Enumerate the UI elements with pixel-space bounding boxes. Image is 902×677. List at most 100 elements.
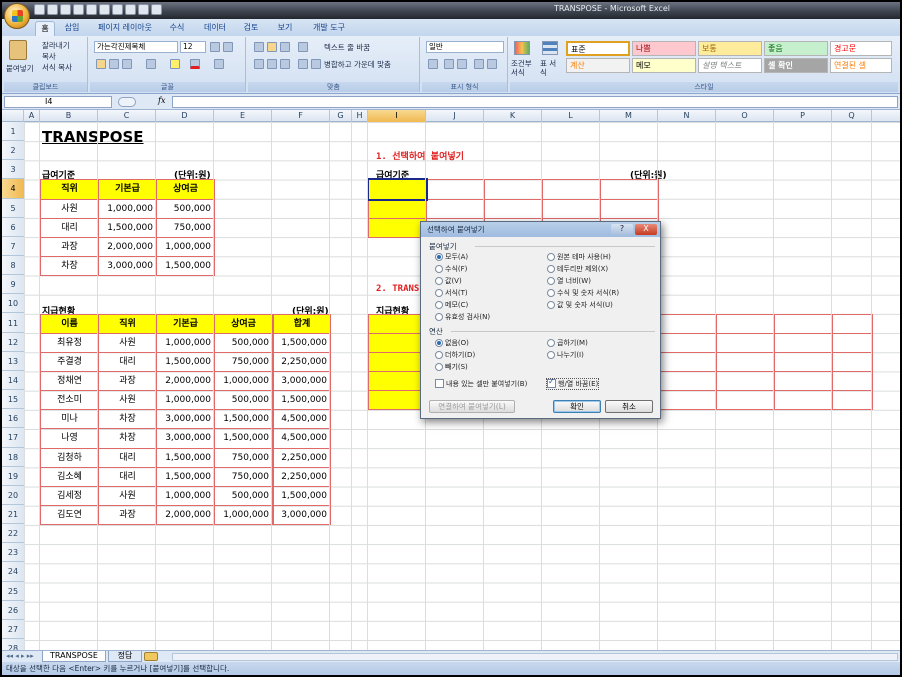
align-left-icon[interactable] bbox=[254, 59, 264, 69]
row-header-24[interactable]: 24 bbox=[2, 562, 24, 582]
target-cell[interactable] bbox=[600, 198, 659, 219]
target-cell[interactable] bbox=[716, 313, 775, 334]
insert-sheet-icon[interactable] bbox=[144, 652, 158, 661]
table-cell[interactable]: 500,000 bbox=[156, 198, 215, 219]
table-cell[interactable]: 차장 bbox=[40, 256, 99, 277]
comma-icon[interactable] bbox=[457, 59, 467, 69]
style-explanatory[interactable]: 설명 텍스트 bbox=[698, 58, 762, 73]
table-cell[interactable]: 미나 bbox=[40, 409, 99, 430]
name-box[interactable]: I4 bbox=[4, 96, 112, 108]
row-header-12[interactable]: 12 bbox=[2, 333, 24, 352]
row-header-9[interactable]: 9 bbox=[2, 275, 24, 295]
table-cell[interactable]: 1,500,000 bbox=[272, 390, 331, 411]
column-header-e[interactable]: E bbox=[214, 110, 272, 122]
target-cell[interactable] bbox=[658, 313, 717, 334]
tab-home[interactable]: 홈 bbox=[35, 21, 55, 36]
row-header-19[interactable]: 19 bbox=[2, 467, 24, 486]
table-header-cell[interactable]: 직위 bbox=[40, 179, 99, 200]
table-cell[interactable]: 4,500,000 bbox=[272, 428, 331, 449]
target-cell[interactable] bbox=[716, 351, 775, 372]
shrink-font-icon[interactable] bbox=[223, 42, 233, 52]
table-cell[interactable]: 1,000,000 bbox=[156, 485, 215, 506]
table-cell[interactable]: 1,000,000 bbox=[156, 390, 215, 411]
redo-icon[interactable] bbox=[99, 4, 110, 15]
align-right-icon[interactable] bbox=[280, 59, 290, 69]
column-header-f[interactable]: F bbox=[272, 110, 330, 122]
increase-decimal-icon[interactable] bbox=[474, 59, 484, 69]
target-cell[interactable] bbox=[658, 370, 717, 392]
table-header-cell[interactable]: 합계 bbox=[272, 313, 331, 334]
number-format-select[interactable]: 일반 bbox=[426, 41, 504, 53]
column-header-o[interactable]: O bbox=[716, 110, 774, 122]
table-cell[interactable]: 1,000,000 bbox=[214, 370, 273, 392]
table-cell[interactable]: 1,000,000 bbox=[214, 505, 273, 526]
skip-blanks-checkbox[interactable]: 내용 있는 셀만 붙여넣기(B) bbox=[435, 379, 527, 389]
table-cell[interactable]: 대리 bbox=[98, 351, 157, 372]
table-cell[interactable]: 1,500,000 bbox=[214, 428, 273, 449]
column-header-d[interactable]: D bbox=[156, 110, 214, 122]
column-header-k[interactable]: K bbox=[484, 110, 542, 122]
table-cell[interactable]: 1,500,000 bbox=[272, 332, 331, 353]
paste-col-width-option[interactable]: 열 너비(W) bbox=[547, 276, 591, 286]
table-cell[interactable]: 최유정 bbox=[40, 332, 99, 353]
target-cell[interactable] bbox=[774, 370, 833, 392]
font-color-icon[interactable] bbox=[190, 59, 200, 69]
merge-center-button[interactable]: 병합하고 가운데 맞춤 bbox=[324, 59, 391, 70]
target-cell[interactable] bbox=[832, 370, 873, 392]
align-top-icon[interactable] bbox=[254, 42, 264, 52]
paste-formats-option[interactable]: 서식(T) bbox=[435, 288, 468, 298]
target-cell[interactable] bbox=[368, 351, 427, 372]
column-header-b[interactable]: B bbox=[40, 110, 98, 122]
op-subtract-option[interactable]: 빼기(S) bbox=[435, 362, 468, 372]
column-header-i[interactable]: I bbox=[368, 110, 426, 122]
column-header-j[interactable]: J bbox=[426, 110, 484, 122]
table-cell[interactable]: 1,500,000 bbox=[156, 466, 215, 487]
op-none-option[interactable]: 없음(O) bbox=[435, 338, 469, 348]
table-cell[interactable]: 사원 bbox=[98, 390, 157, 411]
table-cell[interactable]: 750,000 bbox=[214, 351, 273, 372]
table-header-cell[interactable]: 상여금 bbox=[156, 179, 215, 200]
target-cell[interactable] bbox=[716, 370, 775, 392]
table-cell[interactable]: 500,000 bbox=[214, 485, 273, 506]
target-cell[interactable] bbox=[368, 313, 427, 334]
paste-theme-option[interactable]: 원본 테마 사용(H) bbox=[547, 252, 611, 262]
table-cell[interactable]: 나영 bbox=[40, 428, 99, 449]
paste-value-number-option[interactable]: 값 및 숫자 서식(U) bbox=[547, 300, 613, 310]
style-warning[interactable]: 경고문 bbox=[830, 41, 892, 56]
currency-icon[interactable] bbox=[428, 59, 438, 69]
align-bottom-icon[interactable] bbox=[280, 42, 290, 52]
table-header-cell[interactable]: 이름 bbox=[40, 313, 99, 334]
column-header-p[interactable]: P bbox=[774, 110, 832, 122]
copy-button[interactable]: 복사 bbox=[42, 51, 56, 62]
format-icon[interactable] bbox=[138, 4, 149, 15]
table-header-cell[interactable]: 상여금 bbox=[214, 313, 273, 334]
style-bad[interactable]: 나쁨 bbox=[632, 41, 696, 56]
row-header-6[interactable]: 6 bbox=[2, 218, 24, 237]
format-painter-button[interactable]: 서식 복사 bbox=[42, 62, 72, 73]
tab-insert[interactable]: 삽입 bbox=[59, 21, 85, 36]
table-cell[interactable]: 2,250,000 bbox=[272, 466, 331, 487]
table-cell[interactable]: 2,250,000 bbox=[272, 447, 331, 468]
table-cell[interactable]: 1,000,000 bbox=[156, 236, 215, 258]
target-cell[interactable] bbox=[426, 179, 485, 200]
row-header-8[interactable]: 8 bbox=[2, 256, 24, 276]
table-cell[interactable]: 1,500,000 bbox=[272, 485, 331, 506]
target-cell[interactable] bbox=[832, 332, 873, 353]
table-cell[interactable]: 4,500,000 bbox=[272, 409, 331, 430]
sort-icon[interactable] bbox=[73, 4, 84, 15]
table-cell[interactable]: 사원 bbox=[40, 198, 99, 219]
horizontal-scrollbar[interactable] bbox=[172, 653, 898, 661]
target-cell[interactable] bbox=[368, 390, 427, 411]
table-cell[interactable]: 2,000,000 bbox=[156, 505, 215, 526]
style-linked-cell[interactable]: 연결된 셀 bbox=[830, 58, 892, 73]
increase-indent-icon[interactable] bbox=[311, 59, 321, 69]
border-icon[interactable] bbox=[146, 59, 156, 69]
row-header-4[interactable]: 4 bbox=[2, 179, 24, 199]
row-header-15[interactable]: 15 bbox=[2, 390, 24, 410]
table-cell[interactable]: 500,000 bbox=[214, 332, 273, 353]
target-cell[interactable] bbox=[774, 390, 833, 411]
target-cell[interactable] bbox=[658, 390, 717, 411]
table-cell[interactable]: 3,000,000 bbox=[156, 428, 215, 449]
op-add-option[interactable]: 더하기(D) bbox=[435, 350, 475, 360]
tab-review[interactable]: 검토 bbox=[238, 21, 264, 36]
